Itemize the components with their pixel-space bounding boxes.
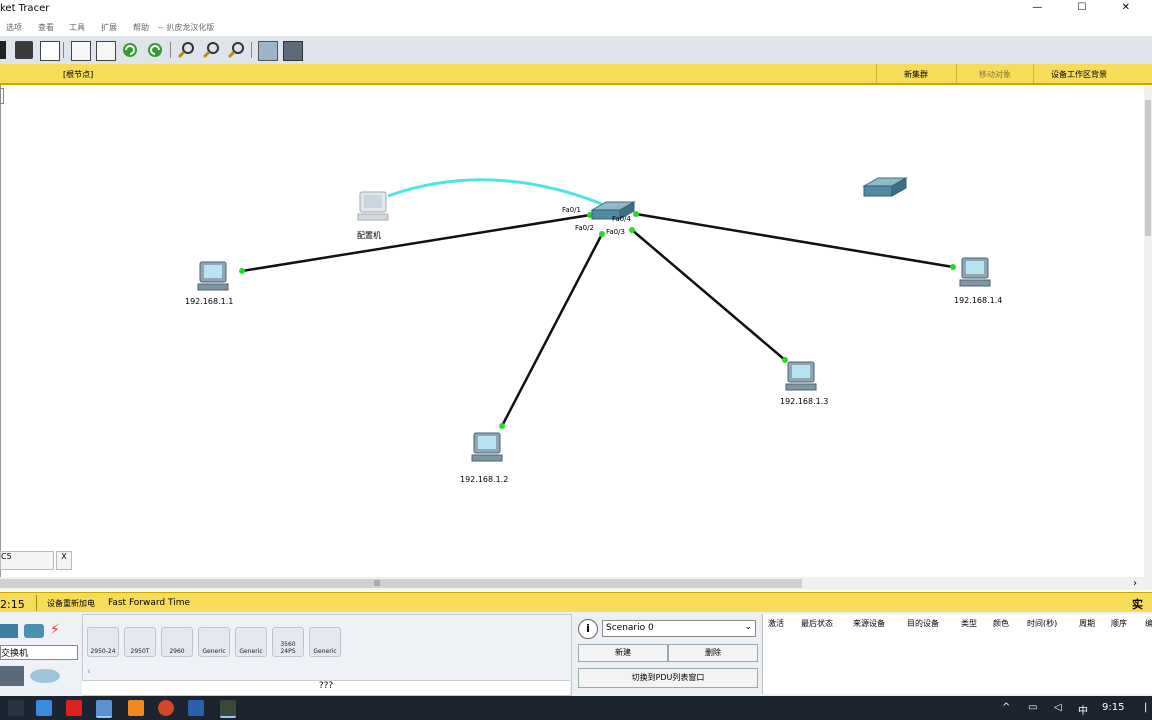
pc3-ip-label: 192.168.1.3 bbox=[780, 397, 829, 406]
port-light bbox=[633, 211, 639, 217]
config-pc-label: 配置机 bbox=[357, 231, 381, 240]
pc-icon[interactable] bbox=[197, 261, 229, 291]
sim-clock: 2:15 bbox=[0, 598, 25, 611]
switch-category-icon[interactable] bbox=[24, 624, 44, 638]
category-name: 交换机 bbox=[0, 645, 78, 660]
toggle-pdu-list-button[interactable]: 切换到PDU列表窗口 bbox=[578, 668, 758, 688]
cloud-category-icon[interactable] bbox=[30, 669, 60, 683]
col-fire[interactable]: 激活 bbox=[768, 618, 784, 629]
windows-start-icon[interactable] bbox=[36, 700, 52, 716]
col-last-status[interactable]: 最后状态 bbox=[801, 618, 833, 629]
port-light bbox=[599, 231, 605, 237]
app-icon[interactable] bbox=[188, 700, 204, 716]
connection-category-icon[interactable]: ⚡ bbox=[50, 622, 60, 638]
delete-scenario-button[interactable]: 删除 bbox=[668, 644, 758, 662]
pc-icon[interactable] bbox=[471, 432, 503, 462]
horizontal-scroll-thumb[interactable] bbox=[0, 579, 802, 588]
port-label-fa0-3: Fa0/3 bbox=[606, 228, 625, 236]
taskbar-clock[interactable]: 9:15 bbox=[1102, 702, 1124, 713]
end-device-category-icon[interactable] bbox=[0, 666, 24, 686]
vertical-scroll-thumb[interactable] bbox=[1145, 100, 1151, 236]
app-icon[interactable] bbox=[128, 700, 144, 716]
packet-tracer-taskbar-icon[interactable] bbox=[220, 700, 236, 718]
scenario-panel: i Scenario 0 ⌄ 新建 删除 切换到PDU列表窗口 bbox=[574, 614, 760, 694]
info-icon[interactable]: i bbox=[578, 619, 598, 639]
link-pc2[interactable] bbox=[500, 233, 604, 427]
pc2-ip-label: 192.168.1.2 bbox=[460, 475, 509, 484]
port-label-fa0-4: Fa0/4 bbox=[612, 215, 631, 223]
search-icon[interactable] bbox=[8, 700, 24, 716]
col-color[interactable]: 颜色 bbox=[993, 618, 1009, 629]
device-name-display: ??? bbox=[82, 680, 570, 695]
port-light bbox=[499, 423, 505, 429]
device-generic-1[interactable]: Generic bbox=[198, 627, 230, 657]
col-num[interactable]: 顺序 bbox=[1111, 618, 1127, 629]
network-icon[interactable]: ▭ bbox=[1028, 702, 1037, 713]
app-icon[interactable] bbox=[96, 700, 112, 718]
pc-icon[interactable] bbox=[785, 361, 817, 391]
device-3560-24ps[interactable]: 3560 24PS bbox=[272, 627, 304, 657]
port-light bbox=[629, 227, 635, 233]
notification-icon[interactable]: | bbox=[1144, 702, 1147, 713]
router-category-icon[interactable] bbox=[0, 624, 18, 638]
scenario-tab[interactable]: C5 bbox=[0, 551, 54, 570]
device-2960[interactable]: 2960 bbox=[161, 627, 193, 657]
console-cable[interactable] bbox=[387, 178, 603, 206]
link-pc1[interactable] bbox=[241, 213, 591, 273]
port-light bbox=[239, 268, 245, 274]
os-taskbar: ^ ▭ ◁ 中 9:15 | bbox=[0, 696, 1152, 720]
fast-forward-button[interactable]: Fast Forward Time bbox=[108, 598, 190, 608]
device-2950t[interactable]: 2950T bbox=[124, 627, 156, 657]
col-time[interactable]: 时间(秒) bbox=[1027, 618, 1057, 629]
link-pc3[interactable] bbox=[631, 229, 786, 361]
port-light bbox=[950, 264, 956, 270]
col-source[interactable]: 来源设备 bbox=[853, 618, 885, 629]
volume-icon[interactable]: ◁ bbox=[1054, 702, 1062, 713]
status-bar: 2:15 设备重新加电 Fast Forward Time 实时 bbox=[0, 592, 1152, 627]
chevron-down-icon: ⌄ bbox=[744, 622, 752, 632]
pc-icon[interactable] bbox=[357, 191, 389, 221]
switch-icon[interactable] bbox=[862, 177, 908, 197]
tray-chevron-icon[interactable]: ^ bbox=[1002, 702, 1010, 713]
col-edit[interactable]: 编 bbox=[1145, 618, 1152, 629]
pdu-list-table: 激活 最后状态 来源设备 目的设备 类型 颜色 时间(秒) 周期 顺序 编 bbox=[762, 614, 1152, 694]
new-scenario-button[interactable]: 新建 bbox=[578, 644, 668, 662]
scenario-tab-close[interactable]: X bbox=[56, 551, 72, 570]
scenario-select[interactable]: Scenario 0 ⌄ bbox=[602, 620, 756, 637]
device-generic-2[interactable]: Generic bbox=[235, 627, 267, 657]
device-2950-24[interactable]: 2950-24 bbox=[87, 627, 119, 657]
port-label-fa0-2: Fa0/2 bbox=[575, 224, 594, 232]
port-label-fa0-1: Fa0/1 bbox=[562, 206, 581, 214]
link-pc4[interactable] bbox=[635, 212, 954, 269]
col-type[interactable]: 类型 bbox=[961, 618, 977, 629]
pc1-ip-label: 192.168.1.1 bbox=[185, 297, 234, 306]
device-category-panel: ⚡ 交换机 bbox=[0, 614, 80, 694]
scenario-select-value: Scenario 0 bbox=[606, 623, 654, 633]
pc4-ip-label: 192.168.1.4 bbox=[954, 296, 1003, 305]
app-icon[interactable] bbox=[66, 700, 82, 716]
device-list-scroll-left-icon[interactable]: ‹ bbox=[87, 667, 91, 677]
powerpoint-icon[interactable] bbox=[158, 700, 174, 716]
scenario-tab-label: C5 bbox=[1, 552, 12, 561]
col-periodic[interactable]: 周期 bbox=[1079, 618, 1095, 629]
power-cycle-button[interactable]: 设备重新加电 bbox=[47, 598, 95, 609]
scroll-grip-icon bbox=[374, 580, 380, 586]
col-destination[interactable]: 目的设备 bbox=[907, 618, 939, 629]
status-divider bbox=[36, 595, 37, 611]
pc-icon[interactable] bbox=[959, 257, 991, 287]
ime-indicator[interactable]: 中 bbox=[1078, 702, 1088, 717]
device-generic-3[interactable]: Generic bbox=[309, 627, 341, 657]
port-light bbox=[782, 357, 788, 363]
scroll-right-arrow-icon[interactable]: › bbox=[1133, 578, 1137, 589]
